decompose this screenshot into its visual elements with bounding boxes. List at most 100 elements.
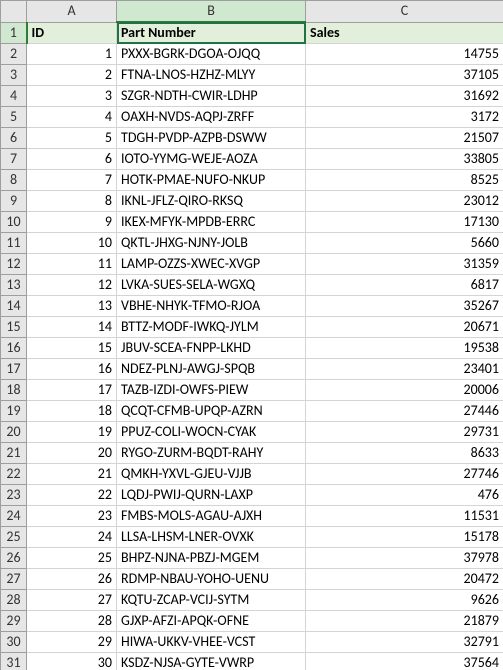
cell-sales[interactable]: 5660: [306, 233, 503, 254]
cell-id[interactable]: 11: [27, 254, 117, 275]
row-header[interactable]: 20: [1, 422, 27, 443]
row-header[interactable]: 9: [1, 191, 27, 212]
cell-part[interactable]: IKNL-JFLZ-QIRO-RKSQ: [117, 191, 306, 212]
cell-part[interactable]: IKEX-MFYK-MPDB-ERRC: [117, 212, 306, 233]
cell-id[interactable]: 19: [27, 422, 117, 443]
row-header[interactable]: 21: [1, 443, 27, 464]
cell-sales[interactable]: 31692: [306, 86, 503, 107]
cell-part[interactable]: QCQT-CFMB-UPQP-AZRN: [117, 401, 306, 422]
cell-sales[interactable]: 20472: [306, 569, 503, 590]
cell-part[interactable]: QMKH-YXVL-GJEU-VJJB: [117, 464, 306, 485]
cell-id[interactable]: 27: [27, 590, 117, 611]
cell-sales[interactable]: 20671: [306, 317, 503, 338]
col-header-c[interactable]: C: [306, 1, 503, 23]
cell-id[interactable]: 24: [27, 527, 117, 548]
cell-sales[interactable]: 27446: [306, 401, 503, 422]
cell-sales[interactable]: 32791: [306, 632, 503, 653]
cell-sales[interactable]: 23401: [306, 359, 503, 380]
row-header[interactable]: 14: [1, 296, 27, 317]
cell-sales[interactable]: 17130: [306, 212, 503, 233]
cell-sales[interactable]: 14755: [306, 44, 503, 65]
row-header[interactable]: 27: [1, 569, 27, 590]
cell-sales[interactable]: 9626: [306, 590, 503, 611]
cell-part[interactable]: TAZB-IZDI-OWFS-PIEW: [117, 380, 306, 401]
cell-id[interactable]: 5: [27, 128, 117, 149]
cell-id[interactable]: 15: [27, 338, 117, 359]
cell-part[interactable]: LLSA-LHSM-LNER-OVXK: [117, 527, 306, 548]
cell-id[interactable]: 8: [27, 191, 117, 212]
cell-part[interactable]: OAXH-NVDS-AQPJ-ZRFF: [117, 107, 306, 128]
cell-part[interactable]: FTNA-LNOS-HZHZ-MLYY: [117, 65, 306, 86]
cell-part[interactable]: GJXP-AFZI-APQK-OFNE: [117, 611, 306, 632]
row-header[interactable]: 16: [1, 338, 27, 359]
cell-part[interactable]: BTTZ-MODF-IWKQ-JYLM: [117, 317, 306, 338]
cell-part[interactable]: LQDJ-PWIJ-QURN-LAXP: [117, 485, 306, 506]
cell-sales[interactable]: 8633: [306, 443, 503, 464]
grid[interactable]: A B C 1 ID Part Number Sales 21PXXX-BGRK…: [0, 0, 503, 670]
cell-id[interactable]: 4: [27, 107, 117, 128]
cell-sales[interactable]: 33805: [306, 149, 503, 170]
spreadsheet[interactable]: A B C 1 ID Part Number Sales 21PXXX-BGRK…: [0, 0, 503, 670]
row-header[interactable]: 12: [1, 254, 27, 275]
cell-part[interactable]: PXXX-BGRK-DGOA-OJQQ: [117, 44, 306, 65]
row-header[interactable]: 30: [1, 632, 27, 653]
cell-part[interactable]: QKTL-JHXG-NJNY-JOLB: [117, 233, 306, 254]
cell-sales[interactable]: 11531: [306, 506, 503, 527]
cell-sales[interactable]: 31359: [306, 254, 503, 275]
row-header[interactable]: 2: [1, 44, 27, 65]
cell-sales[interactable]: 23012: [306, 191, 503, 212]
cell-sales[interactable]: 15178: [306, 527, 503, 548]
cell-sales[interactable]: 37978: [306, 548, 503, 569]
row-header[interactable]: 19: [1, 401, 27, 422]
row-header[interactable]: 6: [1, 128, 27, 149]
cell-part[interactable]: KQTU-ZCAP-VCIJ-SYTM: [117, 590, 306, 611]
cell-id[interactable]: 3: [27, 86, 117, 107]
cell-part[interactable]: NDEZ-PLNJ-AWGJ-SPQB: [117, 359, 306, 380]
row-header[interactable]: 10: [1, 212, 27, 233]
cell-id[interactable]: 6: [27, 149, 117, 170]
cell-b1[interactable]: Part Number: [117, 22, 306, 44]
cell-sales[interactable]: 3172: [306, 107, 503, 128]
cell-id[interactable]: 22: [27, 485, 117, 506]
cell-a1[interactable]: ID: [27, 22, 117, 44]
cell-part[interactable]: IOTO-YYMG-WEJE-AOZA: [117, 149, 306, 170]
row-header[interactable]: 22: [1, 464, 27, 485]
row-header[interactable]: 29: [1, 611, 27, 632]
col-header-b[interactable]: B: [117, 1, 306, 23]
cell-part[interactable]: LAMP-OZZS-XWEC-XVGP: [117, 254, 306, 275]
cell-part[interactable]: RDMP-NBAU-YOHO-UENU: [117, 569, 306, 590]
cell-sales[interactable]: 6817: [306, 275, 503, 296]
select-all-corner[interactable]: [1, 1, 27, 23]
row-header[interactable]: 31: [1, 653, 27, 670]
cell-id[interactable]: 25: [27, 548, 117, 569]
row-header[interactable]: 13: [1, 275, 27, 296]
cell-id[interactable]: 28: [27, 611, 117, 632]
row-header[interactable]: 4: [1, 86, 27, 107]
cell-sales[interactable]: 21507: [306, 128, 503, 149]
row-header-1[interactable]: 1: [1, 22, 27, 44]
cell-part[interactable]: HIWA-UKKV-VHEE-VCST: [117, 632, 306, 653]
row-header[interactable]: 15: [1, 317, 27, 338]
row-header[interactable]: 7: [1, 149, 27, 170]
row-header[interactable]: 3: [1, 65, 27, 86]
cell-id[interactable]: 16: [27, 359, 117, 380]
row-header[interactable]: 23: [1, 485, 27, 506]
cell-sales[interactable]: 27746: [306, 464, 503, 485]
row-header[interactable]: 24: [1, 506, 27, 527]
cell-part[interactable]: HOTK-PMAE-NUFO-NKUP: [117, 170, 306, 191]
cell-id[interactable]: 18: [27, 401, 117, 422]
row-header[interactable]: 11: [1, 233, 27, 254]
cell-sales[interactable]: 476: [306, 485, 503, 506]
cell-id[interactable]: 12: [27, 275, 117, 296]
cell-part[interactable]: FMBS-MOLS-AGAU-AJXH: [117, 506, 306, 527]
cell-sales[interactable]: 21879: [306, 611, 503, 632]
cell-sales[interactable]: 19538: [306, 338, 503, 359]
cell-part[interactable]: VBHE-NHYK-TFMO-RJOA: [117, 296, 306, 317]
cell-part[interactable]: RYGO-ZURM-BQDT-RAHY: [117, 443, 306, 464]
cell-c1[interactable]: Sales: [306, 22, 503, 44]
cell-id[interactable]: 13: [27, 296, 117, 317]
cell-id[interactable]: 23: [27, 506, 117, 527]
row-header[interactable]: 18: [1, 380, 27, 401]
cell-id[interactable]: 20: [27, 443, 117, 464]
cell-sales[interactable]: 35267: [306, 296, 503, 317]
